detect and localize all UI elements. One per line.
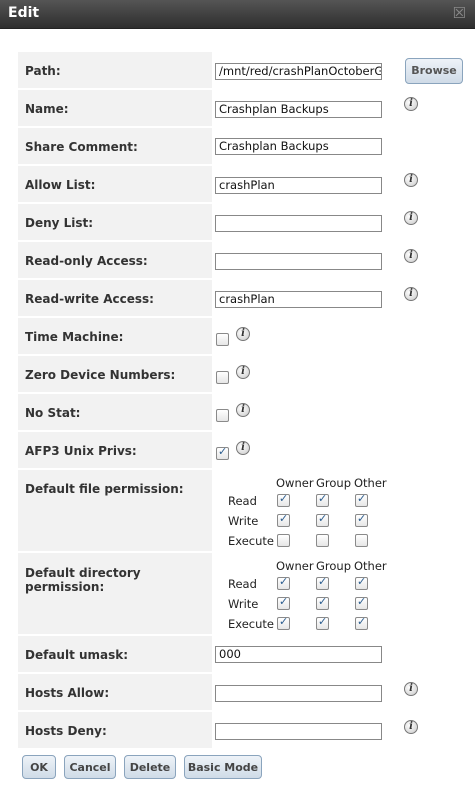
umask-label-cell: Default umask: — [18, 636, 212, 674]
deny-list-help-icon[interactable]: i — [404, 211, 418, 225]
delete-button[interactable]: Delete — [124, 755, 176, 779]
other-column-header: Other — [354, 559, 387, 573]
file-permission-label-cell: Default file permission: — [18, 470, 212, 553]
afp3-unix-checkbox[interactable] — [216, 445, 229, 460]
read-row-label: Read — [228, 494, 257, 508]
readonly-access-label-cell: Read-only Access: — [18, 242, 212, 280]
readonly-access-input[interactable] — [215, 253, 382, 270]
allow-list-input[interactable]: crashPlan — [215, 177, 382, 194]
file-other-write-checkbox[interactable] — [355, 512, 368, 527]
path-label: Path: — [25, 64, 61, 78]
deny-list-label-cell: Deny List: — [18, 204, 212, 242]
umask-input[interactable]: 000 — [215, 646, 382, 663]
readwrite-access-label: Read-write Access: — [25, 292, 154, 306]
hosts-deny-input[interactable] — [215, 723, 382, 740]
dir-owner-read-checkbox[interactable] — [277, 575, 290, 590]
hosts-allow-label: Hosts Allow: — [25, 686, 110, 700]
readwrite-access-label-cell: Read-write Access: — [18, 280, 212, 318]
dialog-titlebar: Edit ☒ — [0, 0, 475, 29]
no-stat-label-cell: No Stat: — [18, 394, 212, 432]
zero-device-help-icon[interactable]: i — [236, 365, 250, 379]
dir-group-read-checkbox[interactable] — [316, 575, 329, 590]
share-comment-label-cell: Share Comment: — [18, 128, 212, 166]
afp3-unix-label: AFP3 Unix Privs: — [25, 444, 137, 458]
dir-other-execute-checkbox[interactable] — [355, 615, 368, 630]
readwrite-access-input[interactable]: crashPlan — [215, 291, 382, 308]
basic-mode-button[interactable]: Basic Mode — [184, 755, 262, 779]
other-column-header: Other — [354, 476, 387, 490]
allow-list-help-icon[interactable]: i — [404, 173, 418, 187]
zero-device-label: Zero Device Numbers: — [25, 368, 176, 382]
dialog-title: Edit — [8, 5, 40, 21]
read-row-label: Read — [228, 577, 257, 591]
time-machine-label-cell: Time Machine: — [18, 318, 212, 356]
name-help-icon[interactable]: i — [404, 97, 418, 111]
readonly-access-label: Read-only Access: — [25, 254, 148, 268]
hosts-allow-input[interactable] — [215, 685, 382, 702]
file-owner-read-checkbox[interactable] — [277, 492, 290, 507]
group-column-header: Group — [316, 476, 352, 490]
path-input[interactable]: /mnt/red/crashPlanOctoberG — [215, 63, 382, 80]
dir-group-write-checkbox[interactable] — [316, 595, 329, 610]
readonly-access-help-icon[interactable]: i — [404, 249, 418, 263]
afp3-unix-label-cell: AFP3 Unix Privs: — [18, 432, 212, 470]
dir-other-read-checkbox[interactable] — [355, 575, 368, 590]
file-other-execute-checkbox[interactable] — [355, 534, 368, 547]
readwrite-access-help-icon[interactable]: i — [404, 287, 418, 301]
hosts-deny-label: Hosts Deny: — [25, 724, 107, 738]
zero-device-checkbox[interactable] — [216, 371, 229, 384]
file-owner-execute-checkbox[interactable] — [277, 534, 290, 547]
time-machine-label: Time Machine: — [25, 330, 124, 344]
allow-list-label-cell: Allow List: — [18, 166, 212, 204]
file-group-read-checkbox[interactable] — [316, 492, 329, 507]
hosts-allow-help-icon[interactable]: i — [404, 682, 418, 696]
close-icon[interactable]: ☒ — [453, 4, 466, 22]
dir-owner-write-checkbox[interactable] — [277, 595, 290, 610]
file-owner-write-checkbox[interactable] — [277, 512, 290, 527]
browse-button[interactable]: Browse — [405, 58, 463, 84]
dir-group-execute-checkbox[interactable] — [316, 615, 329, 630]
name-label-cell: Name: — [18, 90, 212, 128]
file-group-write-checkbox[interactable] — [316, 512, 329, 527]
afp3-unix-help-icon[interactable]: i — [236, 441, 250, 455]
deny-list-input[interactable] — [215, 215, 382, 232]
share-comment-input[interactable]: Crashplan Backups — [215, 138, 382, 155]
hosts-deny-label-cell: Hosts Deny: — [18, 712, 212, 750]
time-machine-help-icon[interactable]: i — [236, 327, 250, 341]
share-comment-label: Share Comment: — [25, 140, 138, 154]
deny-list-label: Deny List: — [25, 216, 94, 230]
dir-other-write-checkbox[interactable] — [355, 595, 368, 610]
write-row-label: Write — [228, 514, 259, 528]
no-stat-help-icon[interactable]: i — [236, 403, 250, 417]
umask-label: Default umask: — [25, 648, 129, 662]
owner-column-header: Owner — [276, 476, 314, 490]
directory-permission-label: Default directory permission: — [25, 566, 141, 594]
hosts-deny-help-icon[interactable]: i — [404, 720, 418, 734]
execute-row-label: Execute — [228, 617, 274, 631]
write-row-label: Write — [228, 597, 259, 611]
group-column-header: Group — [316, 559, 352, 573]
name-input[interactable]: Crashplan Backups — [215, 101, 382, 118]
time-machine-checkbox[interactable] — [216, 333, 229, 346]
no-stat-label: No Stat: — [25, 406, 81, 420]
file-permission-label: Default file permission: — [25, 482, 184, 496]
hosts-allow-label-cell: Hosts Allow: — [18, 674, 212, 712]
directory-permission-label-cell: Default directory permission: — [18, 553, 212, 636]
zero-device-label-cell: Zero Device Numbers: — [18, 356, 212, 394]
path-label-cell: Path: — [18, 52, 212, 90]
cancel-button[interactable]: Cancel — [64, 755, 116, 779]
execute-row-label: Execute — [228, 534, 274, 548]
file-group-execute-checkbox[interactable] — [316, 534, 329, 547]
owner-column-header: Owner — [276, 559, 314, 573]
no-stat-checkbox[interactable] — [216, 409, 229, 422]
name-label: Name: — [25, 102, 69, 116]
file-other-read-checkbox[interactable] — [355, 492, 368, 507]
allow-list-label: Allow List: — [25, 178, 96, 192]
dir-owner-execute-checkbox[interactable] — [277, 615, 290, 630]
ok-button[interactable]: OK — [22, 755, 56, 779]
